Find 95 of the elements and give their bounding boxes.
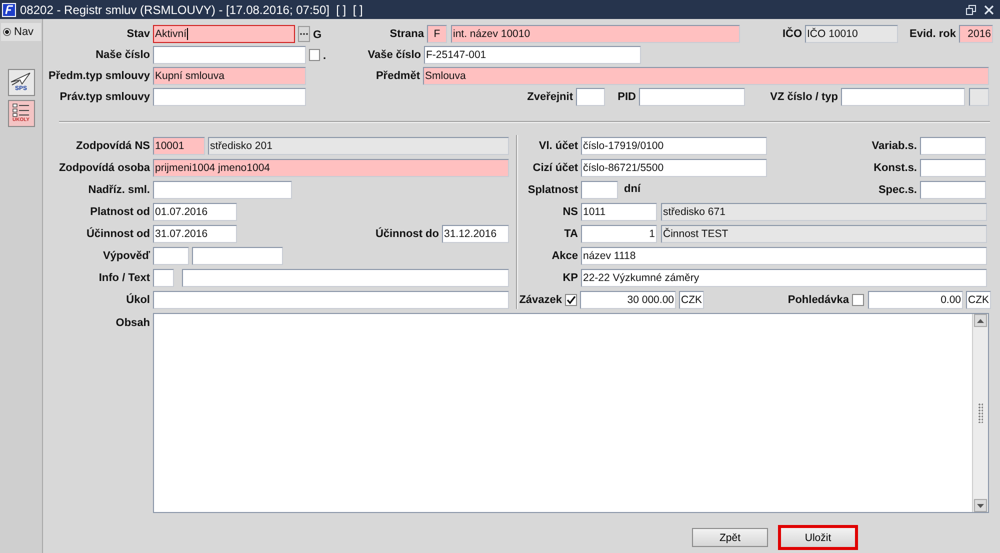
input-field[interactable]: F-25147-001: [424, 46, 641, 64]
field-label: Výpověď: [102, 250, 150, 262]
field-label: Platnost od: [90, 206, 150, 218]
input-field[interactable]: 31.07.2016: [153, 225, 237, 243]
field-label: Zodpovídá osoba: [58, 162, 150, 174]
input-field[interactable]: [920, 159, 986, 177]
input-field[interactable]: [153, 46, 306, 64]
field-label: Obsah: [116, 317, 150, 329]
checkbox[interactable]: [565, 294, 577, 306]
input-field[interactable]: Smlouva: [423, 66, 989, 84]
input-field[interactable]: [192, 247, 283, 265]
input-field[interactable]: [639, 88, 745, 106]
close-icon[interactable]: [984, 4, 994, 14]
plane-icon: [10, 72, 32, 86]
field-label: Splatnost: [528, 184, 578, 196]
input-field[interactable]: [153, 181, 292, 199]
field-label: VZ číslo / typ: [770, 90, 838, 102]
scroll-up-icon[interactable]: [977, 318, 984, 322]
input-field[interactable]: [576, 88, 605, 106]
input-field[interactable]: IČO 10010: [805, 24, 898, 42]
field-label: Úkol: [126, 294, 150, 306]
restore-icon[interactable]: [966, 4, 976, 14]
unit-label: dní: [624, 182, 640, 196]
field-label: Info / Text: [98, 272, 150, 284]
field-label: Zodpovídá NS: [76, 140, 150, 152]
input-field[interactable]: F: [427, 24, 447, 42]
window-title: 08202 - Registr smluv (RSMLOUVY) - [17.08.2016; 07:50] [ ] [ ]: [20, 2, 363, 16]
field-label: Naše číslo: [96, 48, 150, 60]
scroll-down-icon[interactable]: [977, 504, 984, 508]
nav-radio[interactable]: Nav: [1, 23, 41, 41]
field-label: Účinnost do: [375, 228, 439, 240]
field-label: Účinnost od: [86, 228, 150, 240]
input-field[interactable]: Činnost TEST: [661, 225, 987, 243]
label-text: .: [323, 50, 326, 64]
field-label: Konst.s.: [874, 162, 917, 174]
input-field[interactable]: [182, 269, 509, 287]
action-button[interactable]: Uložit: [778, 525, 858, 550]
field-label: Práv.typ smlouvy: [60, 90, 150, 102]
input-field[interactable]: název 1118: [581, 247, 987, 265]
input-field[interactable]: prijmeni1004 jmeno1004: [153, 159, 509, 177]
field-label: Spec.s.: [878, 184, 917, 196]
input-field[interactable]: [153, 269, 174, 287]
field-label: Vl. účet: [538, 140, 578, 152]
field-label: Předm.typ smlouvy: [48, 70, 150, 82]
input-field[interactable]: 30 000.00: [580, 291, 676, 309]
label-text: G: [313, 29, 322, 43]
input-field[interactable]: 1: [581, 225, 657, 243]
field-label: NS: [562, 206, 578, 218]
input-field[interactable]: 31.12.2016: [442, 225, 509, 243]
field-label: Závazek: [519, 294, 562, 306]
input-field[interactable]: [920, 181, 986, 199]
input-field[interactable]: 22-22 Výzkumné záměry: [581, 269, 987, 287]
input-field[interactable]: int. název 10010: [451, 24, 740, 42]
input-field[interactable]: CZK: [679, 291, 704, 309]
input-field[interactable]: [153, 88, 306, 106]
field-label: KP: [562, 272, 578, 284]
input-field[interactable]: číslo-17919/0100: [581, 137, 767, 155]
input-field[interactable]: Aktivní: [153, 24, 295, 42]
input-field[interactable]: [969, 88, 989, 106]
input-field[interactable]: 2016: [959, 24, 993, 42]
field-label: Stav: [126, 28, 150, 40]
field-label: TA: [564, 228, 578, 240]
input-field[interactable]: 01.07.2016: [153, 203, 237, 221]
checkbox[interactable]: [852, 294, 864, 306]
action-button[interactable]: Zpět: [692, 528, 768, 547]
more-button[interactable]: [298, 26, 310, 42]
input-field[interactable]: [841, 88, 965, 106]
field-label: Strana: [390, 28, 424, 40]
input-field[interactable]: 10001: [153, 137, 205, 155]
input-field[interactable]: 0.00: [868, 291, 963, 309]
scroll-bar[interactable]: [972, 314, 988, 512]
field-label: Evid. rok: [910, 28, 956, 40]
input-field[interactable]: 1011: [581, 203, 657, 221]
field-label: Předmět: [376, 70, 420, 82]
field-label: PID: [618, 90, 636, 102]
input-field[interactable]: [581, 181, 618, 199]
input-field[interactable]: číslo-86721/5500: [581, 159, 767, 177]
field-label: Akce: [552, 250, 578, 262]
checkbox[interactable]: [309, 48, 320, 60]
field-label: Nadříz. sml.: [88, 184, 150, 196]
input-field[interactable]: středisko 671: [661, 203, 987, 221]
input-field[interactable]: Kupní smlouva: [153, 66, 306, 84]
input-field[interactable]: CZK: [966, 291, 991, 309]
list-icon: [11, 103, 31, 117]
input-field[interactable]: středisko 201: [208, 137, 509, 155]
app-logo-icon: [2, 2, 16, 16]
field-label: Cizí účet: [532, 162, 578, 174]
input-field[interactable]: [920, 137, 986, 155]
field-label: Zveřejnit: [527, 90, 573, 102]
field-label: IČO: [782, 28, 802, 40]
field-label: Pohledávka: [788, 294, 849, 306]
field-label: Variab.s.: [872, 140, 917, 152]
field-label: Vaše číslo: [368, 48, 421, 60]
input-field[interactable]: [153, 291, 509, 309]
input-field[interactable]: [153, 247, 189, 265]
